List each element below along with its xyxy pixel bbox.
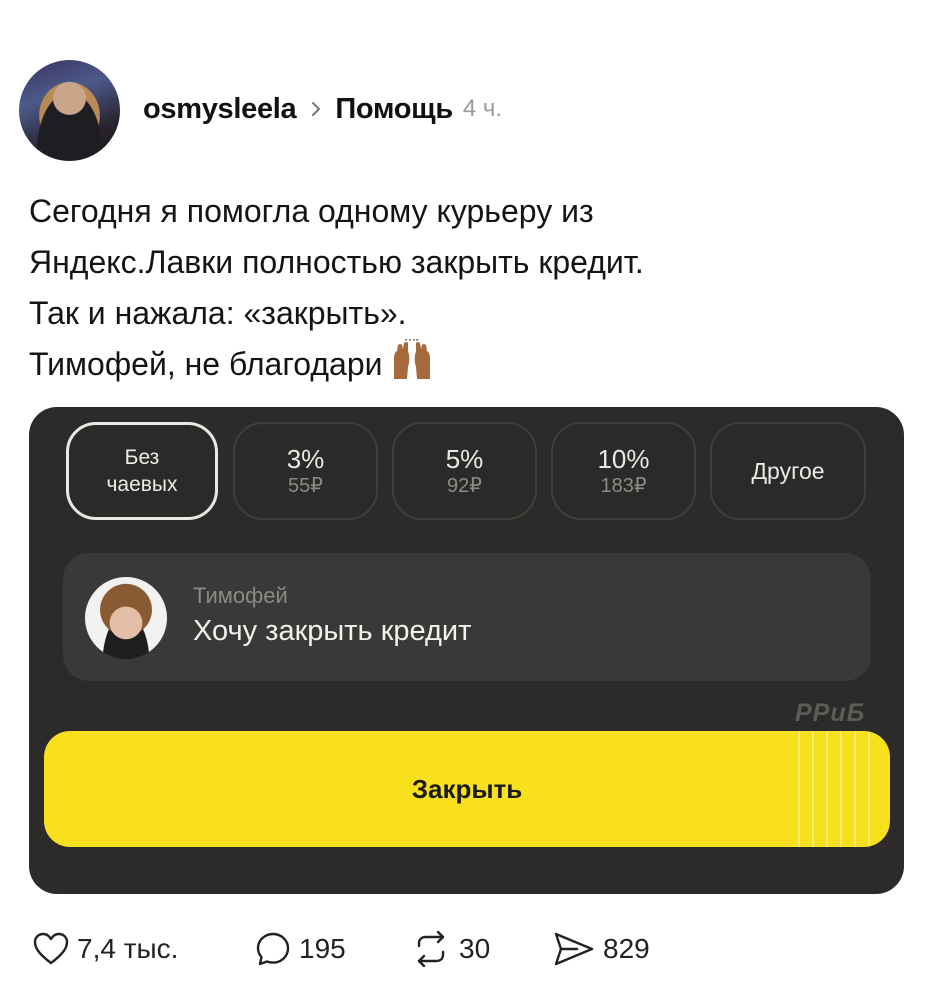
tip-option-other[interactable]: Другое xyxy=(710,422,866,520)
comment-icon xyxy=(255,931,291,967)
tip-option-3[interactable]: 3% 55₽ xyxy=(233,422,378,520)
tip-sublabel: 92₽ xyxy=(447,475,482,497)
raising-hands-emoji-icon xyxy=(389,336,435,396)
share-count: 829 xyxy=(603,933,650,964)
user-avatar[interactable] xyxy=(19,60,120,161)
send-icon xyxy=(553,931,595,967)
message-sender: Тимофей xyxy=(193,583,288,608)
post-text-line: Сегодня я помогла одному курьеру из xyxy=(29,193,594,229)
like-button[interactable]: 7,4 тыс. xyxy=(33,924,178,974)
post-text-line: Яндекс.Лавки полностью закрыть кредит. xyxy=(29,244,644,280)
message-text: Хочу закрыть кредит xyxy=(193,615,472,647)
post-time: 4 ч. xyxy=(462,95,503,122)
repost-icon xyxy=(411,931,451,967)
tip-option-none[interactable]: Без чаевых xyxy=(66,422,218,520)
post-actions: 7,4 тыс. 195 30 829 xyxy=(33,924,913,974)
comment-button[interactable]: 195 xyxy=(255,924,346,974)
tip-label: 5% xyxy=(445,444,484,474)
tip-sublabel: 55₽ xyxy=(288,475,323,497)
close-button-label: Закрыть xyxy=(411,773,523,804)
close-button[interactable]: Закрыть xyxy=(44,731,890,847)
tip-label: 10% xyxy=(597,444,650,474)
share-button[interactable]: 829 xyxy=(553,924,650,974)
tip-label: Без xyxy=(124,446,160,469)
community-name[interactable]: Помощь xyxy=(335,93,453,126)
repost-button[interactable]: 30 xyxy=(411,924,490,974)
post-text: Сегодня я помогла одному курьеру из Янде… xyxy=(29,186,909,396)
tip-option-10[interactable]: 10% 183₽ xyxy=(551,422,696,520)
comment-count: 195 xyxy=(299,933,346,964)
tip-sublabel: чаевых xyxy=(106,473,178,496)
post-header: osmysleela Помощь 4 ч. xyxy=(143,89,502,129)
heart-icon xyxy=(33,932,69,966)
post-text-line-last: Тимофей, не благодари xyxy=(29,336,909,396)
post-text-line: Тимофей, не благодари xyxy=(29,346,383,382)
embedded-screenshot: Без чаевых 3% 55₽ 5% 92₽ 10% 183₽ Другое… xyxy=(29,407,904,894)
tip-label: 3% xyxy=(286,444,325,474)
repost-count: 30 xyxy=(459,933,491,964)
chevron-right-icon xyxy=(310,99,324,119)
username[interactable]: osmysleela xyxy=(143,93,297,126)
watermark-stripes xyxy=(792,731,882,847)
like-count: 7,4 тыс. xyxy=(77,933,179,964)
tip-option-5[interactable]: 5% 92₽ xyxy=(392,422,537,520)
courier-avatar xyxy=(85,577,167,659)
courier-message: Тимофей Хочу закрыть кредит xyxy=(63,553,871,681)
watermark: РРиБ xyxy=(795,699,866,727)
tip-label: Другое xyxy=(751,458,825,484)
tip-sublabel: 183₽ xyxy=(600,475,647,497)
post-text-line: Так и нажала: «закрыть». xyxy=(29,295,407,331)
